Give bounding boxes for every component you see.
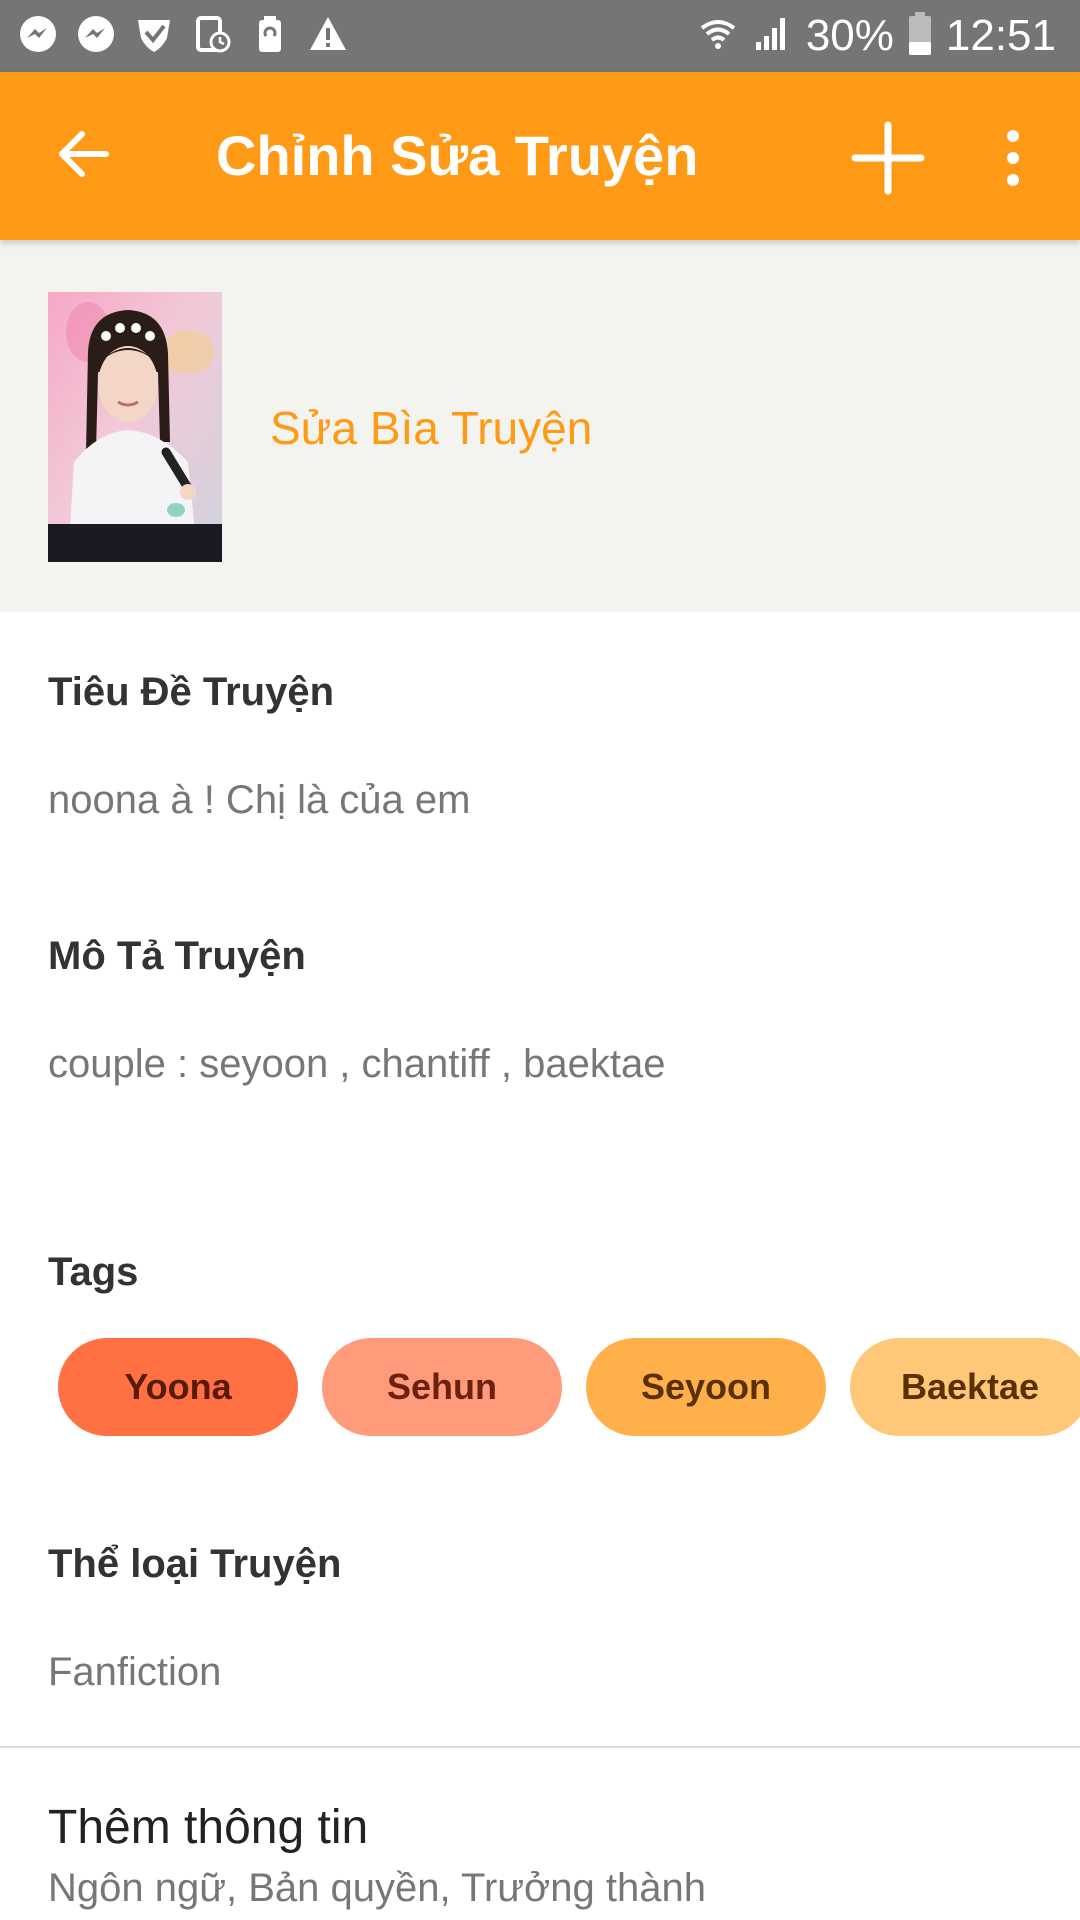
description-field[interactable]: couple : seyoon , chantiff , baektae (48, 1042, 665, 1087)
battery-saver-icon (248, 10, 292, 58)
genre-label: Thể loại Truyện (48, 1542, 342, 1586)
description-label: Mô Tả Truyện (48, 934, 306, 978)
more-options-button[interactable] (985, 116, 1041, 204)
tag-chip[interactable]: Baektae (850, 1338, 1080, 1436)
add-button[interactable] (844, 116, 932, 204)
edit-cover-link[interactable]: Sửa Bìa Truyện (270, 400, 592, 456)
status-bar: 30% 12:51 (0, 0, 1080, 72)
clock: 12:51 (945, 11, 1056, 60)
more-vert-icon (1003, 128, 1023, 193)
tags-label: Tags (48, 1250, 139, 1294)
system-status: 30% 12:51 (698, 0, 1056, 72)
battery-percent: 30% (805, 11, 894, 60)
warning-icon (306, 10, 350, 58)
wifi-icon (698, 14, 738, 59)
signal-icon (752, 14, 792, 59)
more-info-subtitle: Ngôn ngữ, Bản quyền, Trưởng thành (48, 1866, 706, 1910)
messenger-icon (74, 10, 118, 58)
shield-icon (132, 10, 176, 58)
arrow-left-icon (56, 126, 112, 187)
tag-chip[interactable]: Sehun (322, 1338, 562, 1436)
page-title: Chỉnh Sửa Truyện (216, 124, 699, 187)
cover-section: Sửa Bìa Truyện (0, 240, 1080, 612)
back-button[interactable] (44, 116, 124, 196)
cover-image[interactable] (48, 292, 222, 562)
notification-icons (16, 10, 350, 58)
battery-icon (908, 11, 932, 61)
tag-chip[interactable]: Yoona (58, 1338, 298, 1436)
app-bar: Chỉnh Sửa Truyện (0, 72, 1080, 240)
messenger-icon (16, 10, 60, 58)
device-clock-icon (190, 10, 234, 58)
divider (0, 1746, 1080, 1748)
more-info-title[interactable]: Thêm thông tin (48, 1800, 368, 1855)
tags-list: Yoona Sehun Seyoon Baektae (58, 1338, 1080, 1436)
genre-field[interactable]: Fanfiction (48, 1650, 221, 1695)
tag-chip[interactable]: Seyoon (586, 1338, 826, 1436)
title-label: Tiêu Đề Truyện (48, 670, 335, 714)
plus-icon (851, 121, 925, 200)
title-field[interactable]: noona à ! Chị là của em (48, 778, 470, 823)
